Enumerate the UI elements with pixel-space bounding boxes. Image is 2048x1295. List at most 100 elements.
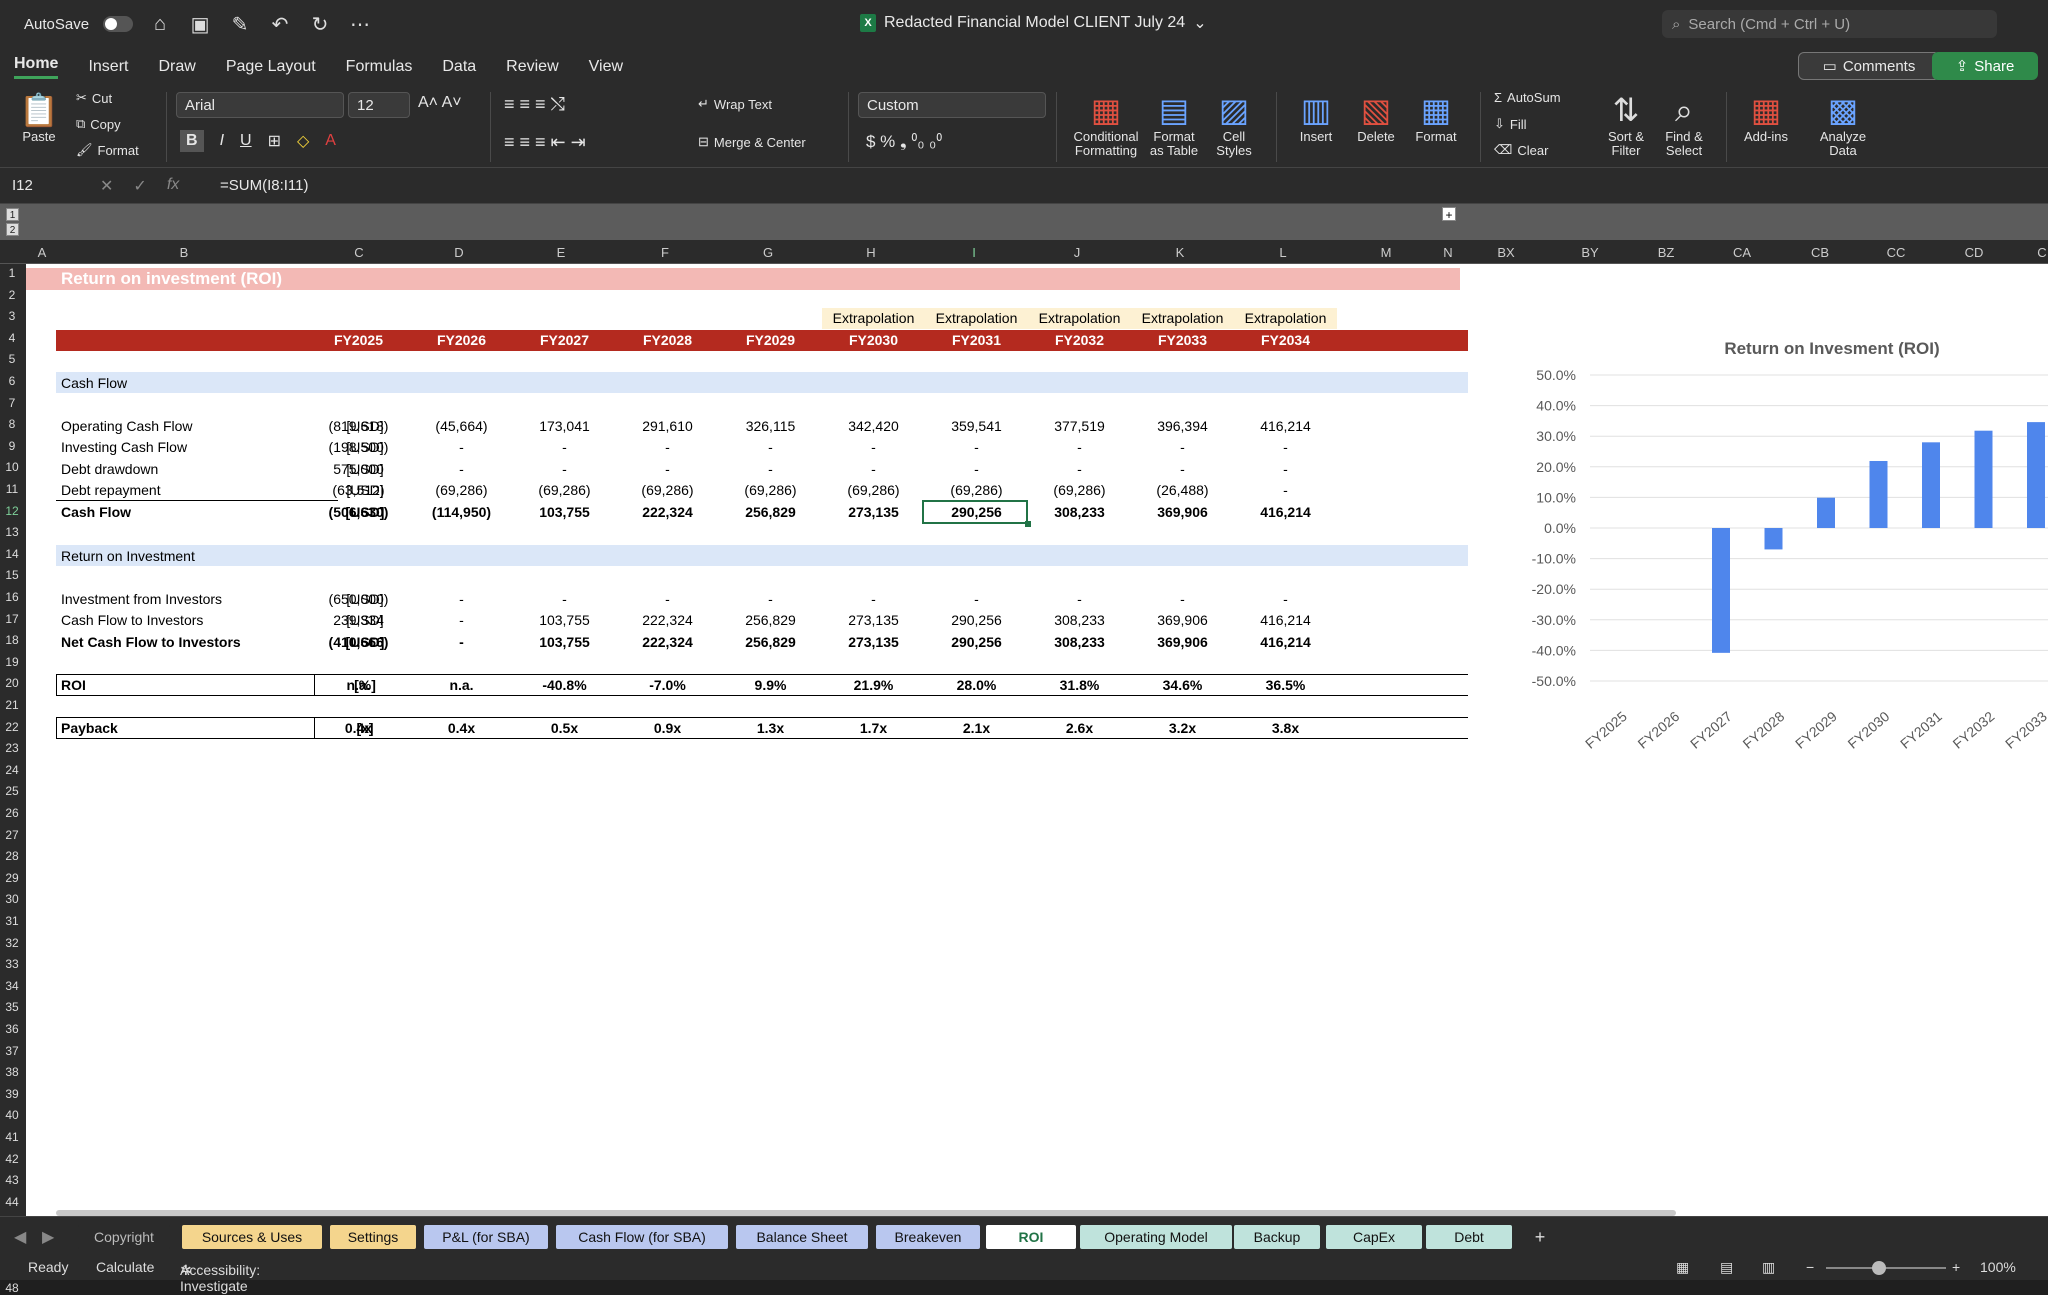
value-cell[interactable]: - bbox=[925, 589, 1028, 609]
sheet-tab[interactable]: Breakeven bbox=[876, 1225, 980, 1249]
row-header-35[interactable]: 35 bbox=[0, 1000, 24, 1014]
value-cell[interactable]: 222,324 bbox=[616, 502, 719, 522]
value-cell[interactable]: 256,829 bbox=[719, 502, 822, 522]
column-header-D[interactable]: D bbox=[439, 245, 479, 260]
value-cell[interactable]: 0.5x bbox=[513, 718, 616, 738]
row-header-26[interactable]: 26 bbox=[0, 806, 24, 820]
value-cell[interactable]: 222,324 bbox=[616, 610, 719, 630]
value-cell[interactable]: 9.9% bbox=[719, 675, 822, 695]
column-header-C[interactable]: C bbox=[2022, 245, 2048, 260]
zoom-slider-thumb[interactable] bbox=[1872, 1261, 1886, 1275]
value-cell[interactable]: - bbox=[1234, 589, 1337, 609]
value-cell[interactable]: - bbox=[719, 589, 822, 609]
sheet-tab[interactable]: Copyright bbox=[78, 1225, 170, 1249]
borders-icon[interactable]: ⊞ bbox=[268, 131, 281, 151]
copy-button[interactable]: ⧉ Copy bbox=[76, 116, 121, 132]
row-header-38[interactable]: 38 bbox=[0, 1065, 24, 1079]
value-cell[interactable]: - bbox=[410, 437, 513, 457]
row-header-5[interactable]: 5 bbox=[0, 352, 24, 366]
row-header-29[interactable]: 29 bbox=[0, 871, 24, 885]
column-header-F[interactable]: F bbox=[645, 245, 685, 260]
row-header-27[interactable]: 27 bbox=[0, 828, 24, 842]
addins-button[interactable]: ▦ Add-ins bbox=[1736, 92, 1796, 144]
autosum-button[interactable]: Σ AutoSum bbox=[1494, 90, 1561, 105]
status-calculate[interactable]: Calculate bbox=[96, 1259, 154, 1275]
sheet-tab[interactable]: Operating Model bbox=[1080, 1225, 1232, 1249]
clear-button[interactable]: ⌫ Clear bbox=[1494, 142, 1548, 158]
row-header-2[interactable]: 2 bbox=[0, 288, 24, 302]
value-cell[interactable]: 1.3x bbox=[719, 718, 822, 738]
sheet-tab[interactable]: Sources & Uses bbox=[182, 1225, 322, 1249]
zoom-in-icon[interactable]: + bbox=[1952, 1259, 1960, 1275]
row-header-18[interactable]: 18 bbox=[0, 633, 24, 647]
cut-button[interactable]: ✂ Cut bbox=[76, 90, 112, 106]
find-select-button[interactable]: ⌕ Find & Select bbox=[1656, 92, 1712, 158]
value-cell[interactable]: (69,286) bbox=[616, 480, 719, 500]
value-cell[interactable]: 173,041 bbox=[513, 416, 616, 436]
fill-handle[interactable] bbox=[1025, 521, 1031, 527]
wrap-text-button[interactable]: ↵ Wrap Text bbox=[698, 96, 772, 112]
value-cell[interactable]: 342,420 bbox=[822, 416, 925, 436]
sheet-tab[interactable]: CapEx bbox=[1326, 1225, 1422, 1249]
value-cell[interactable]: 256,829 bbox=[719, 632, 822, 652]
bold-button[interactable]: B bbox=[180, 130, 204, 152]
value-cell[interactable]: - bbox=[822, 589, 925, 609]
column-header-CB[interactable]: CB bbox=[1800, 245, 1840, 260]
sheet-tab[interactable]: ROI bbox=[986, 1225, 1076, 1249]
row-header-8[interactable]: 8 bbox=[0, 417, 24, 431]
undo-icon[interactable]: ↶ bbox=[267, 12, 293, 37]
insert-cells-button[interactable]: ▥ Insert bbox=[1288, 92, 1344, 144]
value-cell[interactable]: 222,324 bbox=[616, 632, 719, 652]
cancel-icon[interactable]: ✕ bbox=[100, 176, 113, 196]
row-header-41[interactable]: 41 bbox=[0, 1130, 24, 1144]
value-cell[interactable]: 1.7x bbox=[822, 718, 925, 738]
analyze-data-button[interactable]: ▩ Analyze Data bbox=[1812, 92, 1874, 158]
sheet-tab[interactable]: Debt bbox=[1426, 1225, 1512, 1249]
value-cell[interactable]: (650,000) bbox=[307, 589, 410, 609]
row-header-9[interactable]: 9 bbox=[0, 439, 24, 453]
value-cell[interactable]: 369,906 bbox=[1131, 632, 1234, 652]
comments-button[interactable]: ▭ Comments bbox=[1798, 52, 1940, 80]
next-sheet-icon[interactable]: ▶ bbox=[42, 1227, 54, 1247]
value-cell[interactable]: 36.5% bbox=[1234, 675, 1337, 695]
value-cell[interactable]: 31.8% bbox=[1028, 675, 1131, 695]
value-cell[interactable]: 359,541 bbox=[925, 416, 1028, 436]
value-cell[interactable]: 0.4x bbox=[410, 718, 513, 738]
value-cell[interactable]: - bbox=[616, 459, 719, 479]
value-cell[interactable]: - bbox=[1234, 459, 1337, 479]
sheet-tab[interactable]: Settings bbox=[330, 1225, 416, 1249]
paste-button[interactable]: 📋 Paste bbox=[14, 92, 64, 144]
value-cell[interactable]: - bbox=[719, 459, 822, 479]
row-header-24[interactable]: 24 bbox=[0, 763, 24, 777]
zoom-out-icon[interactable]: − bbox=[1806, 1259, 1814, 1275]
row-header-15[interactable]: 15 bbox=[0, 568, 24, 582]
column-header-H[interactable]: H bbox=[851, 245, 891, 260]
value-cell[interactable]: - bbox=[1131, 437, 1234, 457]
column-header-CD[interactable]: CD bbox=[1954, 245, 1994, 260]
row-header-21[interactable]: 21 bbox=[0, 698, 24, 712]
value-cell[interactable]: (69,286) bbox=[925, 480, 1028, 500]
value-cell[interactable]: n.a. bbox=[307, 675, 410, 695]
value-cell[interactable]: 28.0% bbox=[925, 675, 1028, 695]
value-cell[interactable]: 290,256 bbox=[925, 610, 1028, 630]
column-header-K[interactable]: K bbox=[1160, 245, 1200, 260]
merge-center-button[interactable]: ⊟ Merge & Center bbox=[698, 134, 806, 150]
row-header-14[interactable]: 14 bbox=[0, 547, 24, 561]
worksheet-grid[interactable]: Return on investment (ROI) Cash Flow Ret… bbox=[26, 264, 2048, 1216]
expand-group-icon[interactable]: + bbox=[1442, 207, 1456, 222]
value-cell[interactable]: - bbox=[616, 589, 719, 609]
value-cell[interactable]: 239,334 bbox=[307, 610, 410, 630]
font-name-select[interactable]: Arial bbox=[176, 92, 344, 118]
value-cell[interactable]: 256,829 bbox=[719, 610, 822, 630]
home-icon[interactable]: ⌂ bbox=[147, 13, 173, 36]
row-header-1[interactable]: 1 bbox=[0, 266, 24, 280]
row-header-6[interactable]: 6 bbox=[0, 374, 24, 388]
value-cell[interactable]: - bbox=[719, 437, 822, 457]
share-button[interactable]: ⇪ Share bbox=[1932, 52, 2038, 80]
row-header-11[interactable]: 11 bbox=[0, 482, 24, 496]
value-cell[interactable]: - bbox=[616, 437, 719, 457]
value-cell[interactable]: - bbox=[1028, 589, 1131, 609]
tab-formulas[interactable]: Formulas bbox=[346, 58, 413, 76]
format-painter-button[interactable]: 🖌 Format bbox=[76, 142, 139, 158]
column-header-BX[interactable]: BX bbox=[1486, 245, 1526, 260]
